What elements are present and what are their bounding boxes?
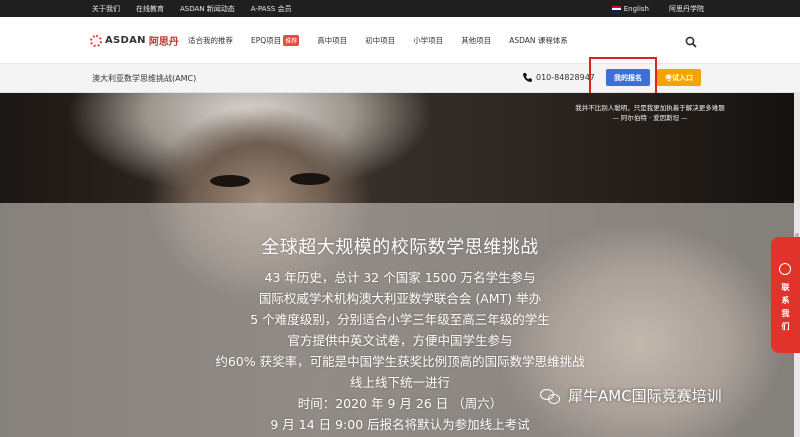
watermark-text: 犀牛AMC国际竞赛培训 <box>568 387 722 405</box>
contact-us-tab[interactable]: 联 系 我 们 <box>771 237 800 353</box>
top-link-about[interactable]: 关于我们 <box>92 4 120 14</box>
uk-flag-icon <box>611 5 621 12</box>
nav-item-epq[interactable]: EPQ项目 推荐 <box>251 35 300 46</box>
phone-icon <box>523 73 532 82</box>
eye-shadow-left <box>210 175 250 187</box>
logo-text: ASDAN <box>105 35 146 46</box>
top-link-school[interactable]: 阿思丹学院 <box>669 4 704 14</box>
top-utility-bar: 关于我们 在线教育 ASDAN 新闻动态 A-PASS 会员 English 阿… <box>0 0 800 17</box>
page-title: 澳大利亚数学思维挑战(AMC) <box>92 74 197 83</box>
top-link-news[interactable]: ASDAN 新闻动态 <box>180 4 235 14</box>
hero-line: 43 年历史，总计 32 个国家 1500 万名学生参与 <box>264 270 536 285</box>
hero-heading: 全球超大规模的校际数学思维挑战 <box>261 237 539 258</box>
hero-line: 约60% 获奖率，可能是中国学生获奖比例顶高的国际数学思维挑战 <box>215 354 585 369</box>
logo-icon <box>90 34 102 47</box>
highlight-box <box>589 57 657 96</box>
search-icon[interactable] <box>685 36 697 48</box>
chat-icon <box>779 263 791 275</box>
einstein-quote: 我并不比别人聪明，只是我更加执着于解决更多难题 — 阿尔伯特 · 爱因斯坦 — <box>575 104 725 122</box>
nav-item-other[interactable]: 其他项目 <box>461 35 491 46</box>
site-logo[interactable]: ASDAN 阿思丹 <box>90 33 179 48</box>
nav-item-curriculum[interactable]: ASDAN 课程体系 <box>509 35 568 46</box>
contact-us-label: 联 系 我 们 <box>781 283 790 331</box>
logo-cn: 阿思丹 <box>148 37 179 48</box>
nav-item-middleschool[interactable]: 初中项目 <box>365 35 395 46</box>
watermark: 犀牛AMC国际竞赛培训 <box>540 385 722 406</box>
phone-contact: 010-84828947 <box>522 72 595 83</box>
nav-item-primary[interactable]: 小学项目 <box>413 35 443 46</box>
language-switch[interactable]: English <box>611 4 649 13</box>
hero-line: 国际权威学术机构澳大利亚数学联合会 (AMT) 举办 <box>258 291 542 306</box>
phone-number: 010-84828947 <box>536 73 595 82</box>
hero-line: 5 个难度级别，分别适合小学三年级至高三年级的学生 <box>250 312 550 327</box>
wechat-icon <box>540 387 562 405</box>
hero-line: 9 月 14 日 9:00 后报名将默认为参加线上考试 <box>270 417 530 432</box>
hero-line: 官方提供中英文试卷，方便中国学生参与 <box>287 333 513 348</box>
nav-item-highschool[interactable]: 高中项目 <box>317 35 347 46</box>
eye-shadow-right <box>290 173 330 185</box>
main-nav: ASDAN 阿思丹 适合我的推荐 EPQ项目 推荐 高中项目 初中项目 小学项目 … <box>0 17 800 64</box>
top-link-apass[interactable]: A-PASS 会员 <box>251 4 292 14</box>
nav-item-recommend[interactable]: 适合我的推荐 <box>188 35 233 46</box>
top-link-online[interactable]: 在线教育 <box>136 4 164 14</box>
hot-badge: 推荐 <box>283 35 300 46</box>
language-label: English <box>623 4 649 13</box>
exam-entry-button[interactable]: 考试入口 <box>657 69 701 86</box>
